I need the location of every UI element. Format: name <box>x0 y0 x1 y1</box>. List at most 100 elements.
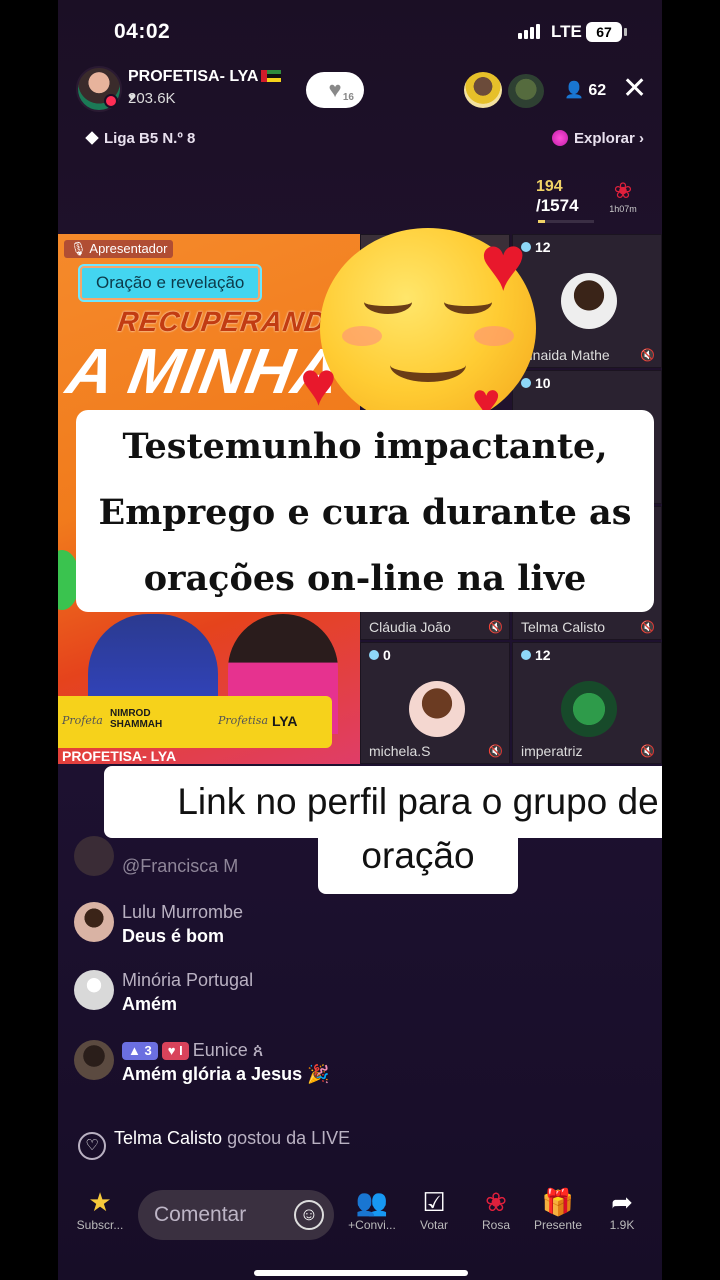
like-event: ♡ Telma Calisto gostou da LIVE <box>78 1128 350 1160</box>
vote-icon: ☑ <box>422 1187 446 1217</box>
subscribe-button[interactable]: ★ Subscr... <box>70 1186 130 1232</box>
fan-badge: ♥ I <box>161 1042 189 1060</box>
live-stream-screen: 04:02 LTE 67 PROFETISA- LYA ♥ 203.6K ♥ 16 … <box>58 0 662 1280</box>
guest-count: 10 <box>521 375 551 391</box>
home-indicator[interactable] <box>254 1270 468 1276</box>
status-time: 04:02 <box>114 20 171 43</box>
share-icon: ➦ <box>611 1187 633 1217</box>
chat-avatar <box>74 836 114 876</box>
guest-avatar <box>561 681 617 737</box>
host-video-footer: PROFETISA- LYA <box>62 748 177 764</box>
heart-icon: ♥ <box>300 350 337 419</box>
explore-button[interactable]: Explorar › <box>552 130 644 147</box>
invite-button[interactable]: 👥 +Convi... <box>342 1186 402 1232</box>
guest-count: 12 <box>521 647 551 663</box>
guest-name: michela.S <box>369 743 431 759</box>
chat-avatar[interactable] <box>74 970 114 1010</box>
guest-seat[interactable]: 0 michela.S 🔇 <box>360 642 510 764</box>
close-icon[interactable]: ✕ <box>622 74 647 104</box>
chat-user: @Francisca M <box>122 856 239 876</box>
speaker-namebar: Profeta NIMROD SHAMMAH Profetisa LYA <box>58 696 332 748</box>
guest-name: Cláudia João <box>369 619 451 635</box>
smiley-icon[interactable]: ☺ <box>294 1200 324 1230</box>
card-line-3: orações on-line na live <box>143 558 587 599</box>
card-line-1: Testemunho impactante, <box>122 426 608 467</box>
chat-avatar[interactable] <box>74 1040 114 1080</box>
gift-goal[interactable]: 194 /1574 <box>536 178 596 224</box>
guest-name: imperatriz <box>521 743 583 759</box>
chat-user-row[interactable]: ▲ 3 ♥ I Eunice ጰ <box>122 1040 263 1061</box>
goal-total: /1574 <box>536 196 579 215</box>
chat-message: Minória Portugal Amém <box>74 970 634 1020</box>
mic-off-icon: 🔇 <box>640 348 655 362</box>
caption-line-1: Link no perfil para o grupo de <box>104 766 662 838</box>
viewer-count[interactable]: 👤 62 <box>564 80 606 100</box>
heart-icon: ♥ <box>128 89 136 104</box>
goal-progress <box>538 220 594 223</box>
chat-text: Deus é bom <box>122 926 225 946</box>
namebar-left: NIMROD SHAMMAH <box>110 708 163 730</box>
guest-name: Zinaida Mathe <box>521 347 610 363</box>
goal-current: 194 <box>536 178 563 195</box>
signature-right: Profetisa <box>218 714 269 727</box>
gift-icon: 🎁 <box>541 1187 575 1217</box>
guest-avatar <box>561 273 617 329</box>
comment-input[interactable]: Comentar ☺ <box>138 1190 334 1240</box>
topic-tag[interactable]: Oração e revelação <box>78 264 263 302</box>
guest-avatar <box>409 681 465 737</box>
heart-icon: ♡ <box>78 1132 106 1160</box>
guest-seat[interactable]: 12 Zinaida Mathe 🔇 <box>512 234 662 368</box>
card-line-2: Emprego e cura durante as <box>98 492 632 533</box>
people-icon: 👥 <box>355 1187 389 1217</box>
share-button[interactable]: ➦ 1.9K <box>592 1186 652 1232</box>
timer-label: 1h07m <box>609 204 637 214</box>
like-user: Telma Calisto <box>114 1128 223 1148</box>
like-text: gostou da LIVE <box>227 1128 351 1148</box>
testimony-card: Testemunho impactante, Emprego e cura du… <box>76 410 654 612</box>
rose-button[interactable]: ❀ Rosa <box>466 1186 526 1232</box>
mic-off-icon: 🔇 <box>640 620 655 634</box>
host-name: PROFETISA- LYA <box>128 68 282 86</box>
follow-button[interactable]: ♥ 16 <box>306 72 364 108</box>
chat-text: Amém <box>122 994 178 1014</box>
person-icon: 👤 <box>564 82 584 99</box>
chat-text: Amém glória a Jesus 🎉 <box>122 1064 330 1084</box>
chat-message: ▲ 3 ♥ I Eunice ጰ Amém glória a Jesus 🎉 <box>74 1040 634 1090</box>
chat-user[interactable]: Minória Portugal <box>122 970 253 991</box>
guest-seat[interactable]: 12 imperatriz 🔇 <box>512 642 662 764</box>
signature-left: Profeta <box>62 714 103 727</box>
mic-off-icon: 🔇 <box>488 620 503 634</box>
caption-line-2: oração <box>318 836 518 894</box>
viewer-avatar[interactable] <box>464 72 502 108</box>
gift-button[interactable]: 🎁 Presente <box>528 1186 588 1232</box>
signal-icon <box>518 24 540 39</box>
league-badge[interactable]: Liga B5 N.º 8 <box>85 130 195 147</box>
namebar-right: LYA <box>272 713 298 729</box>
diamond-icon <box>85 131 99 145</box>
chat-user[interactable]: Lulu Murrombe <box>122 902 243 923</box>
rose-icon: ❀ <box>485 1187 507 1217</box>
letterbox-right <box>662 0 720 1280</box>
status-bar: 04:02 LTE 67 <box>58 0 662 60</box>
mic-off-icon: 🔇 <box>640 744 655 758</box>
star-icon: ★ <box>88 1187 112 1217</box>
letterbox-left <box>0 0 58 1280</box>
viewer-avatar[interactable] <box>508 74 544 108</box>
presenter-label: 🎙 Apresentador <box>64 240 174 258</box>
rose-icon: ❀ <box>613 178 633 203</box>
host-likes: ♥ 203.6K <box>128 89 176 107</box>
bottom-bar: ★ Subscr... Comentar ☺ 👥 +Convi... ☑ Vot… <box>58 1186 662 1246</box>
battery-icon: 67 <box>586 22 627 42</box>
guest-count: 0 <box>369 647 391 663</box>
guest-name: Telma Calisto <box>521 619 606 635</box>
chat-avatar[interactable] <box>74 902 114 942</box>
rose-timer[interactable]: ❀ 1h07m <box>598 178 648 222</box>
flag-icon <box>261 70 282 82</box>
network-label: LTE <box>551 22 582 41</box>
mic-off-icon: 🔇 <box>488 744 503 758</box>
heart-icon: ♥ <box>480 219 527 307</box>
explore-icon <box>552 130 568 146</box>
level-badge: ▲ 3 <box>122 1042 158 1060</box>
vote-button[interactable]: ☑ Votar <box>404 1186 464 1232</box>
people-icon: ጰ <box>252 1040 264 1060</box>
